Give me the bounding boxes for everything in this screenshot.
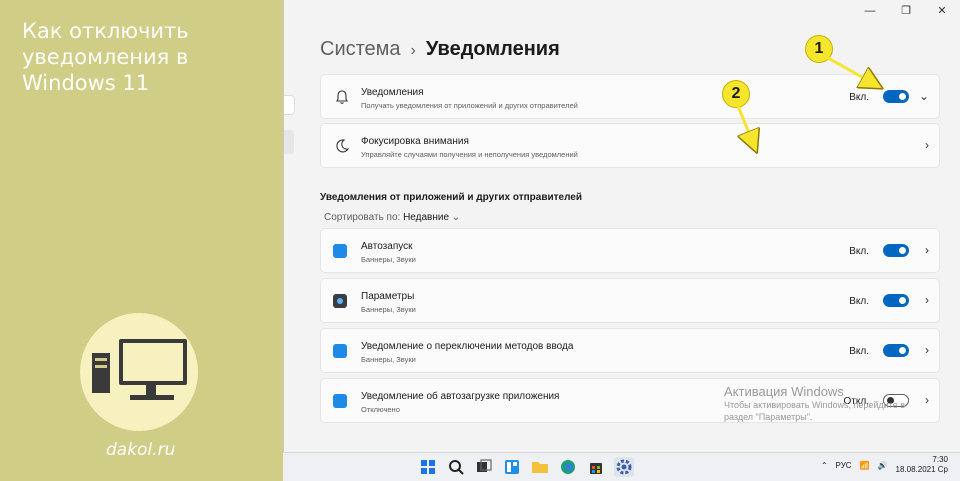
start-icon[interactable]: [418, 457, 438, 477]
taskbar-apps: [418, 457, 634, 477]
task-view-icon[interactable]: [474, 457, 494, 477]
clock[interactable]: 7:30 18.08.2021 Ср: [896, 455, 949, 475]
language-indicator[interactable]: РУС: [836, 461, 852, 470]
clock-time: 7:30: [932, 455, 948, 464]
arrow-1: [827, 56, 878, 86]
chevron-up-icon[interactable]: ⌃: [821, 461, 828, 470]
widgets-icon[interactable]: [502, 457, 522, 477]
settings-gear-icon[interactable]: [614, 457, 634, 477]
edge-icon[interactable]: [558, 457, 578, 477]
wifi-icon[interactable]: 📶: [860, 461, 870, 470]
clock-date: 18.08.2021 Ср: [895, 465, 949, 474]
volume-icon[interactable]: 🔊: [878, 461, 888, 470]
file-explorer-icon[interactable]: [530, 457, 550, 477]
search-icon[interactable]: [446, 457, 466, 477]
taskbar: ⌃ РУС 📶 🔊 7:30 18.08.2021 Ср: [283, 452, 960, 481]
system-tray: ⌃ РУС 📶 🔊 7:30 18.08.2021 Ср: [821, 455, 948, 475]
store-icon[interactable]: [586, 457, 606, 477]
callout-arrows: [736, 56, 960, 480]
arrow-2: [736, 105, 755, 148]
